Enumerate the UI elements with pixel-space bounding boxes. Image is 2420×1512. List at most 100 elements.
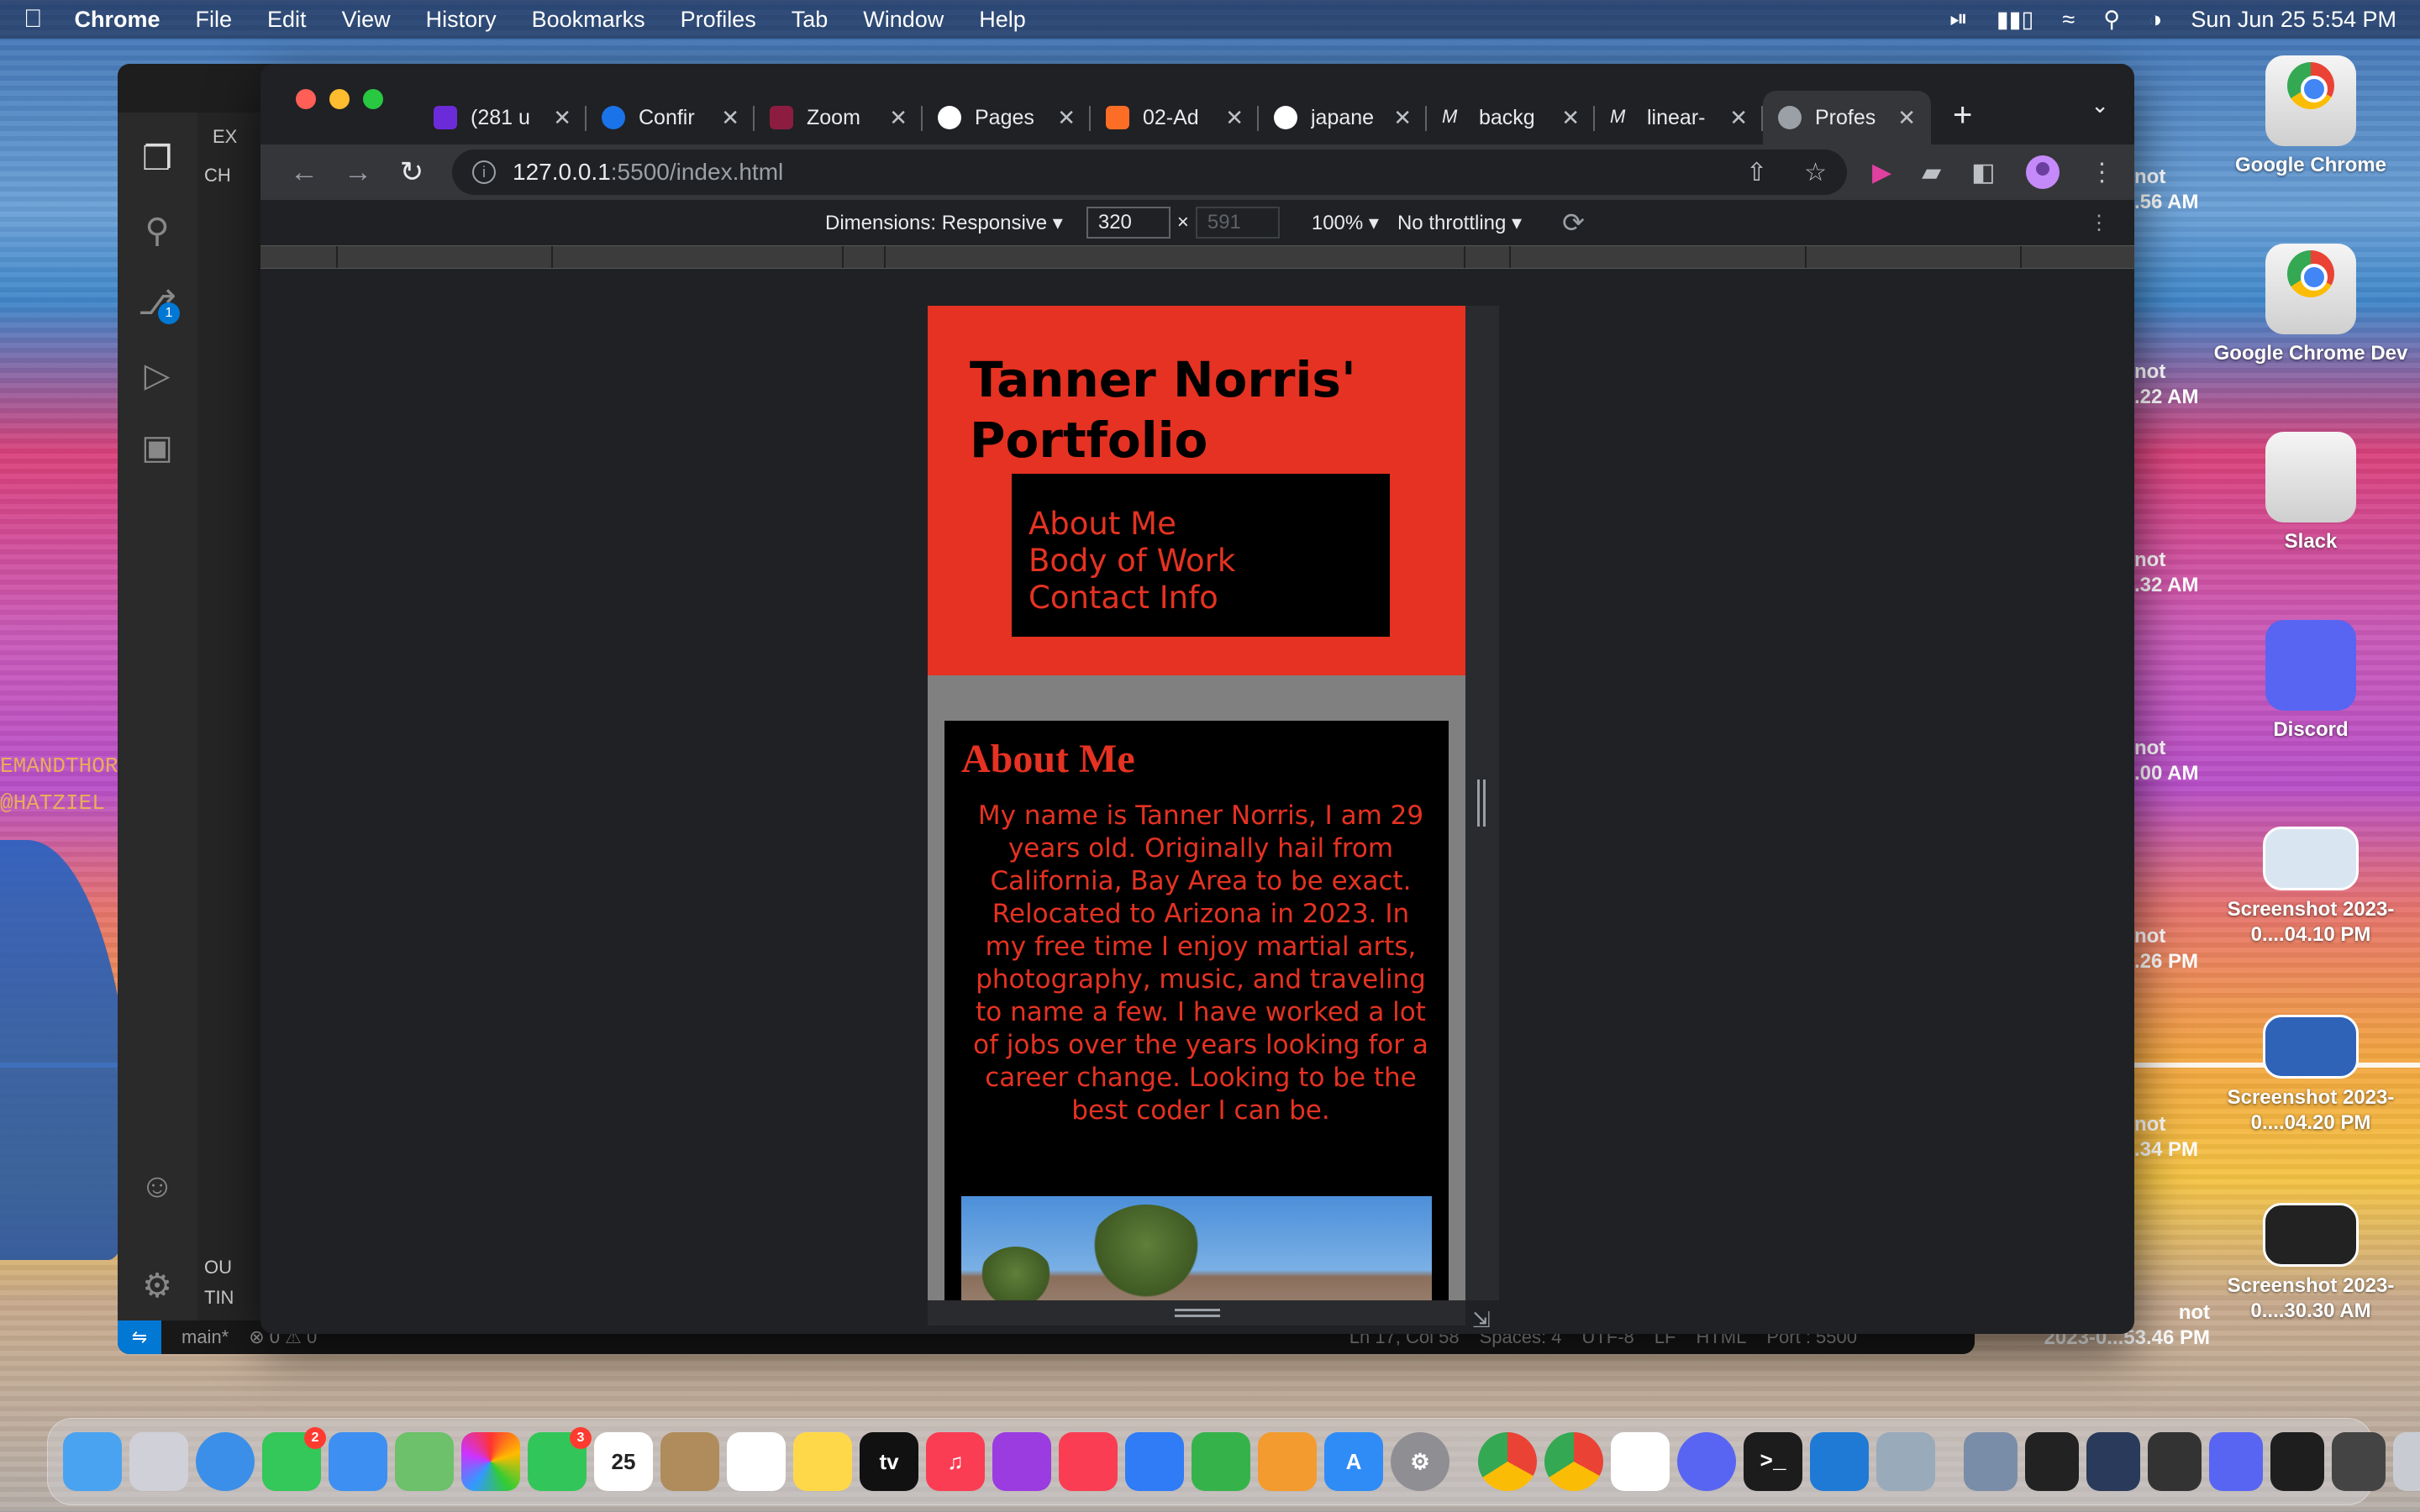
dock-notes[interactable] — [793, 1432, 852, 1491]
viewport-resize-handle-bottom[interactable] — [928, 1300, 1465, 1326]
browser-tab[interactable]: Pages ✕ — [923, 91, 1091, 144]
desktop-icon-screenshot-2[interactable]: Screenshot 2023-0....04.20 PM — [2210, 1015, 2412, 1136]
trash-icon[interactable] — [2393, 1432, 2420, 1491]
dock-minimized-window[interactable] — [2332, 1432, 2386, 1491]
apple-menu-icon[interactable]:  — [24, 5, 43, 34]
dock-tv[interactable]: tv — [860, 1432, 918, 1491]
menu-bookmarks[interactable]: Bookmarks — [532, 7, 645, 33]
dock-discord[interactable] — [1677, 1432, 1736, 1491]
nav-link-about-me[interactable]: About Me — [1028, 506, 1373, 543]
wifi-icon[interactable]: ≈ — [2062, 7, 2075, 33]
dock-preview[interactable] — [1876, 1432, 1935, 1491]
dock-terminal[interactable]: >_ — [1744, 1432, 1802, 1491]
menu-clock[interactable]: Sun Jun 25 5:54 PM — [2191, 7, 2396, 33]
timeline-section[interactable]: TIN — [204, 1287, 234, 1309]
dock-news[interactable] — [1059, 1432, 1118, 1491]
dock-vscode[interactable] — [1810, 1432, 1869, 1491]
side-panel-icon[interactable]: ◧ — [1971, 158, 1995, 187]
dock-finder[interactable] — [63, 1432, 122, 1491]
source-control-icon[interactable]: ⎇ 1 — [134, 284, 180, 329]
desktop-icon-discord[interactable]: Discord — [2210, 620, 2412, 743]
browser-tab[interactable]: Zoom ✕ — [755, 91, 923, 144]
desktop-icon-screenshot-1[interactable]: Screenshot 2023-0....04.10 PM — [2210, 827, 2412, 948]
extensions-icon[interactable]: ▣ — [134, 428, 180, 474]
nav-link-body-of-work[interactable]: Body of Work — [1028, 543, 1373, 580]
menu-app-name[interactable]: Chrome — [75, 7, 160, 33]
dock-numbers[interactable] — [1192, 1432, 1250, 1491]
close-tab-icon[interactable]: ✕ — [1225, 105, 1244, 131]
close-tab-icon[interactable]: ✕ — [721, 105, 739, 131]
close-tab-icon[interactable]: ✕ — [553, 105, 571, 131]
dock-calendar[interactable]: 25 — [594, 1432, 653, 1491]
dock-google-chrome-dev[interactable] — [1544, 1432, 1603, 1491]
menu-history[interactable]: History — [426, 7, 497, 33]
site-info-icon[interactable]: i — [472, 160, 496, 184]
dock-app-store[interactable]: A — [1324, 1432, 1383, 1491]
dock-pages[interactable] — [1258, 1432, 1317, 1491]
profile-avatar[interactable] — [2025, 155, 2060, 189]
rotate-icon[interactable]: ⟳ — [1562, 207, 1585, 239]
bookmark-star-icon[interactable]: ☆ — [1804, 158, 1827, 187]
share-icon[interactable]: ⇧ — [1746, 158, 1767, 187]
dock-minimized-window[interactable] — [1964, 1432, 2018, 1491]
address-bar[interactable]: i 127.0.0.1:5500/index.html ⇧ ☆ — [452, 150, 1847, 195]
desktop-icon-slack[interactable]: Slack — [2210, 432, 2412, 554]
dock-minimized-window[interactable] — [2209, 1432, 2263, 1491]
menu-profiles[interactable]: Profiles — [681, 7, 756, 33]
close-tab-icon[interactable]: ✕ — [1057, 105, 1076, 131]
status-branch[interactable]: main* — [182, 1326, 229, 1348]
desktop-icon-screenshot-3[interactable]: Screenshot 2023-0....30.30 AM — [2210, 1203, 2412, 1324]
chrome-menu-icon[interactable]: ⋮ — [2090, 158, 2115, 187]
browser-tab[interactable]: Confir ✕ — [587, 91, 755, 144]
dock-mail[interactable] — [329, 1432, 387, 1491]
dock-music[interactable]: ♫ — [926, 1432, 985, 1491]
forward-button[interactable]: → — [331, 156, 385, 189]
account-icon[interactable]: ☺ — [134, 1168, 180, 1213]
dock-slack[interactable] — [1611, 1432, 1670, 1491]
close-window-button[interactable] — [296, 89, 316, 109]
media-query-ruler[interactable] — [260, 245, 2134, 269]
browser-tab[interactable]: 02-Ad ✕ — [1091, 91, 1259, 144]
zoom-dropdown[interactable]: 100% ▾ — [1312, 211, 1379, 235]
nav-link-contact-info[interactable]: Contact Info — [1028, 580, 1373, 617]
browser-tab[interactable]: (281 u ✕ — [418, 91, 587, 144]
dock-maps[interactable] — [395, 1432, 454, 1491]
back-button[interactable]: ← — [277, 156, 331, 189]
tab-search-chevron-icon[interactable]: ⌄ — [2091, 92, 2109, 118]
menu-edit[interactable]: Edit — [267, 7, 307, 33]
dock-system-settings[interactable]: ⚙ — [1391, 1432, 1449, 1491]
viewport-resize-corner-icon[interactable]: ⇲ — [1472, 1307, 1491, 1333]
spotlight-search-icon[interactable]: ⚲ — [2103, 7, 2120, 33]
dock-reminders[interactable] — [727, 1432, 786, 1491]
close-tab-icon[interactable]: ✕ — [1561, 105, 1580, 131]
dock-minimized-window[interactable] — [2025, 1432, 2079, 1491]
new-tab-button[interactable]: + — [1953, 97, 1972, 134]
close-tab-icon[interactable]: ✕ — [1729, 105, 1748, 131]
outline-section[interactable]: OU — [204, 1257, 232, 1278]
close-tab-icon[interactable]: ✕ — [889, 105, 908, 131]
run-debug-icon[interactable]: ▷ — [134, 356, 180, 402]
search-icon[interactable]: ⚲ — [134, 212, 180, 257]
dock-photos[interactable] — [461, 1432, 520, 1491]
browser-tab-active[interactable]: Profes ✕ — [1763, 91, 1931, 144]
dock-google-chrome[interactable] — [1478, 1432, 1537, 1491]
desktop-icon-google-chrome-dev[interactable]: Google Chrome Dev — [2210, 244, 2412, 366]
menu-help[interactable]: Help — [979, 7, 1026, 33]
close-tab-icon[interactable]: ✕ — [1393, 105, 1412, 131]
reload-button[interactable]: ↻ — [385, 155, 439, 189]
device-toolbar-more-icon[interactable]: ⋮ — [2089, 211, 2109, 235]
extensions-puzzle-icon[interactable]: ▰ — [1922, 158, 1941, 187]
extension-icon[interactable]: ▶ — [1872, 158, 1891, 187]
play-status-icon[interactable]: ⏯ — [1949, 6, 1968, 33]
menu-window[interactable]: Window — [863, 7, 944, 33]
menu-file[interactable]: File — [196, 7, 233, 33]
dock-minimized-window[interactable] — [2270, 1432, 2324, 1491]
dock-podcasts[interactable] — [992, 1432, 1051, 1491]
menu-view[interactable]: View — [342, 7, 391, 33]
desktop-icon-google-chrome[interactable]: Google Chrome — [2210, 55, 2412, 178]
dock-messages[interactable]: 2 — [262, 1427, 326, 1491]
browser-tab[interactable]: Mlinear- ✕ — [1595, 91, 1763, 144]
explorer-section[interactable]: CH — [204, 165, 265, 186]
dock-minimized-window[interactable] — [2148, 1432, 2202, 1491]
dock-minimized-window[interactable] — [2086, 1432, 2140, 1491]
